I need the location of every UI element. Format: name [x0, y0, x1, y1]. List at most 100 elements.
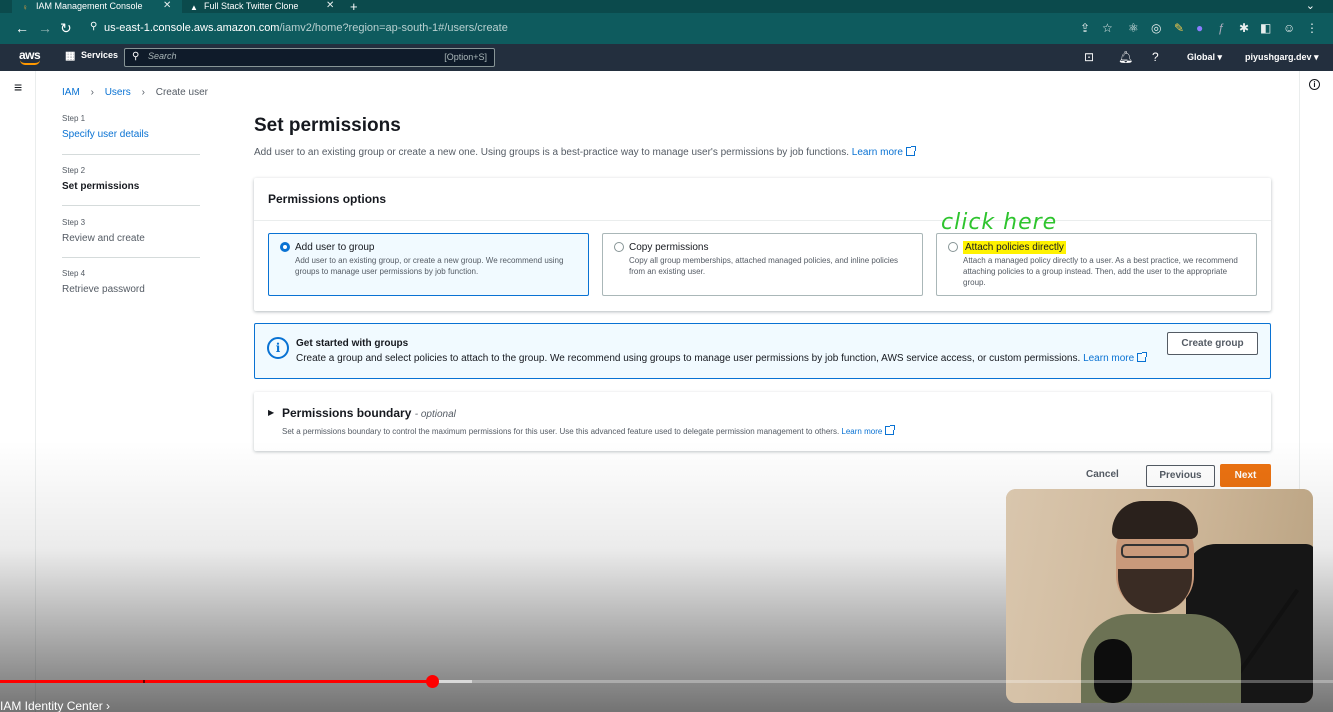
wizard-step-3: Step 3 Review and create — [62, 218, 200, 244]
menu-hamburger-icon[interactable]: ≡ — [14, 79, 22, 95]
panel-divider — [254, 220, 1271, 221]
chapter-marker — [143, 680, 145, 683]
groups-info-alert: i Get started with groups Create a group… — [254, 323, 1271, 379]
grid-icon: ▦ — [65, 50, 76, 62]
radio-button[interactable] — [948, 242, 958, 252]
option-description: Add user to an existing group, or create… — [295, 256, 564, 276]
learn-more-link[interactable]: Learn more — [852, 146, 916, 158]
share-icon[interactable]: ⇪ — [1080, 21, 1090, 35]
reload-icon[interactable]: ↻ — [60, 20, 72, 37]
external-link-icon — [1137, 352, 1148, 362]
search-input[interactable] — [148, 51, 398, 61]
option-description: Copy all group memberships, attached man… — [629, 256, 899, 276]
create-group-button[interactable]: Create group — [1167, 332, 1258, 355]
close-tab-icon[interactable]: ✕ — [326, 0, 334, 12]
previous-button[interactable]: Previous — [1146, 465, 1215, 487]
site-info-icon[interactable]: ⚲ — [90, 21, 97, 32]
sidebar-toggle-icon[interactable]: ◧ — [1260, 21, 1271, 35]
step-name-retrieve-password: Retrieve password — [62, 284, 145, 295]
step-name-set-permissions: Set permissions — [62, 181, 140, 192]
video-scrubber-handle[interactable] — [425, 675, 439, 688]
bookmark-star-icon[interactable]: ☆ — [1102, 21, 1113, 35]
option-title: Add user to group — [295, 242, 375, 253]
alert-title: Get started with groups — [296, 338, 409, 349]
url-text: us-east-1.console.aws.amazon.com/iamv2/h… — [104, 22, 508, 34]
wizard-step-2: Step 2 Set permissions — [62, 166, 200, 192]
browser-tab-twitter-clone[interactable]: ▲ Full Stack Twitter Clone ✕ — [180, 0, 340, 13]
step-label: Step 4 — [62, 269, 86, 278]
option-attach-policies-directly[interactable]: Attach policies directly Attach a manage… — [936, 233, 1257, 296]
close-tab-icon[interactable]: ✕ — [163, 0, 171, 12]
expand-caret-icon[interactable]: ▶ — [268, 408, 274, 417]
boundary-description: Set a permissions boundary to control th… — [282, 425, 896, 436]
search-icon: ⚲ — [132, 51, 140, 62]
tab-title: Full Stack Twitter Clone — [204, 1, 299, 11]
chevron-down-icon[interactable]: ⌄ — [1306, 0, 1315, 12]
cloudshell-icon[interactable]: ⊡ — [1084, 50, 1094, 64]
groups-learn-more-link[interactable]: Learn more — [1083, 352, 1148, 364]
chevron-right-icon: › — [90, 87, 94, 98]
option-title: Copy permissions — [629, 242, 709, 253]
back-arrow-icon[interactable]: ← — [15, 20, 29, 36]
info-circle-icon: i — [267, 337, 289, 359]
step-label: Step 3 — [62, 218, 86, 227]
external-link-icon — [905, 146, 916, 156]
external-link-icon — [885, 425, 896, 435]
alert-description: Create a group and select policies to at… — [296, 352, 1148, 364]
radio-button[interactable] — [614, 242, 624, 252]
breadcrumb-iam[interactable]: IAM — [62, 87, 80, 98]
region-selector[interactable]: Global ▾ — [1187, 52, 1222, 63]
step-name-review-and-create: Review and create — [62, 233, 145, 244]
extension-atom-icon[interactable]: ⚛ — [1128, 21, 1139, 35]
info-panel-icon[interactable]: i — [1309, 79, 1320, 90]
radio-button-selected[interactable] — [280, 242, 290, 252]
page-title: Set permissions — [254, 115, 401, 136]
tab-title: IAM Management Console — [36, 1, 143, 11]
search-bar[interactable]: ⚲ [Option+S] — [124, 48, 495, 67]
microphone — [1094, 639, 1132, 703]
aws-logo[interactable]: aws — [19, 48, 41, 65]
option-title: Attach policies directly — [963, 241, 1066, 254]
profile-avatar-icon[interactable]: ☺ — [1283, 21, 1295, 35]
breadcrumb: IAM › Users › Create user — [62, 87, 208, 98]
panel-header: Permissions options — [268, 192, 387, 206]
extension-font-icon[interactable]: ƒ — [1218, 21, 1225, 35]
video-played-bar — [0, 680, 432, 683]
step-divider — [62, 205, 200, 206]
video-chapter-label[interactable]: IAM Identity Center › — [0, 699, 110, 712]
forward-arrow-icon[interactable]: → — [38, 20, 52, 36]
handwritten-annotation: click here — [941, 210, 1058, 235]
browser-menu-icon[interactable]: ⋮ — [1306, 21, 1318, 35]
search-shortcut-hint: [Option+S] — [444, 52, 487, 62]
browser-tab-strip: ♀ IAM Management Console ✕ ▲ Full Stack … — [0, 0, 1333, 14]
presenter-webcam-overlay — [1006, 489, 1313, 703]
breadcrumb-users[interactable]: Users — [105, 87, 131, 98]
extension-target-icon[interactable]: ◎ — [1151, 21, 1161, 35]
step-divider — [62, 154, 200, 155]
services-menu-button[interactable]: ▦ Services — [65, 50, 118, 62]
step-link-specify-user-details[interactable]: Specify user details — [62, 129, 200, 140]
next-button[interactable]: Next — [1220, 464, 1271, 487]
browser-address-bar: ← → ↻ ⚲ us-east-1.console.aws.amazon.com… — [0, 13, 1333, 44]
help-icon[interactable]: ? — [1152, 50, 1159, 64]
extension-pen-icon[interactable]: ✎ — [1174, 21, 1184, 35]
cancel-button[interactable]: Cancel — [1086, 469, 1119, 480]
url-field[interactable]: ⚲ us-east-1.console.aws.amazon.com/iamv2… — [80, 17, 1100, 40]
option-copy-permissions[interactable]: Copy permissions Copy all group membersh… — [602, 233, 923, 296]
chevron-right-icon: › — [141, 87, 145, 98]
new-tab-icon[interactable]: + — [350, 0, 358, 14]
right-tools-rail — [1299, 71, 1333, 491]
permissions-boundary-section: ▶ Permissions boundary - optional Set a … — [254, 392, 1271, 451]
notifications-bell-icon[interactable]: 🔔︎ — [1118, 50, 1133, 64]
boundary-title[interactable]: Permissions boundary - optional — [282, 406, 456, 420]
extensions-puzzle-icon[interactable]: ✱ — [1239, 21, 1249, 35]
boundary-learn-more-link[interactable]: Learn more — [841, 425, 896, 436]
option-description: Attach a managed policy directly to a us… — [963, 256, 1238, 287]
aws-top-navigation: aws ▦ Services ⚲ [Option+S] ⊡ 🔔︎ ? Globa… — [0, 44, 1333, 71]
extension-badge-icon[interactable]: ● — [1196, 21, 1203, 35]
account-menu[interactable]: piyushgarg.dev ▾ — [1245, 52, 1319, 63]
browser-tab-iam[interactable]: ♀ IAM Management Console ✕ — [12, 0, 182, 13]
step-divider — [62, 257, 200, 258]
option-add-user-to-group[interactable]: Add user to group Add user to an existin… — [268, 233, 589, 296]
wizard-step-1: Step 1 Specify user details — [62, 114, 200, 140]
